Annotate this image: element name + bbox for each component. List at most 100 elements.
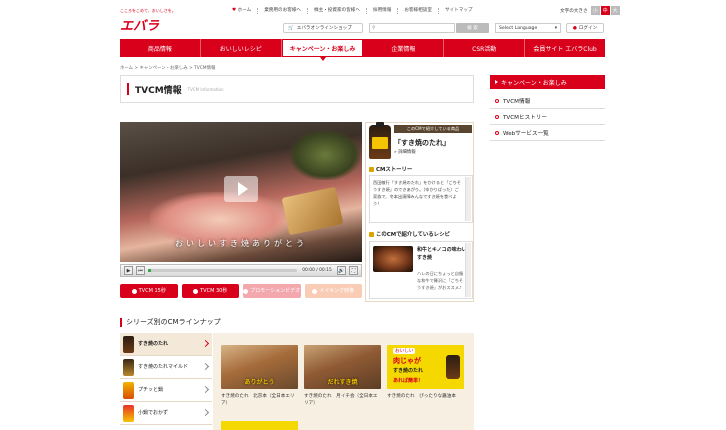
bullet-icon	[495, 130, 499, 135]
sidebar-item-web-services[interactable]: Webサービス一覧	[490, 125, 605, 141]
cm-thumb-1[interactable]: ありがとう	[221, 345, 298, 389]
sidebar-header[interactable]: キャンペーン・お楽しみ	[490, 75, 605, 89]
cart-icon: 🛒	[288, 25, 294, 31]
series-item-puchitto-nabe[interactable]: プチッと鍋	[120, 379, 212, 402]
online-shop-button[interactable]: 🛒 エバラオンラインショップ	[283, 23, 363, 33]
search-input[interactable]: ⚲	[369, 23, 455, 33]
series-item-sukiyaki-mild[interactable]: すき焼のたれマイルド	[120, 356, 212, 379]
breadcrumb[interactable]: ホーム > キャンペーン・お楽しみ > TVCM情報	[120, 65, 215, 71]
seek-progress	[148, 269, 151, 272]
nav-company[interactable]: 企業情報	[363, 39, 445, 57]
play-dot-icon	[243, 288, 249, 294]
recipe-box[interactable]: 和牛とキノコの味わいすき焼 ハレの日にちょっと自慢な和牛で贅沢に「ごちそうすき焼…	[369, 241, 473, 299]
tvcm-30-button[interactable]: TVCM 30秒	[181, 284, 239, 298]
top-link-recruit[interactable]: 採用情報	[365, 8, 397, 14]
nav-recipes[interactable]: おいしいレシピ	[201, 39, 282, 57]
chevron-right-icon	[201, 385, 210, 394]
cm-thumb-1-label[interactable]: すき焼のたれ 北京本（全日本エリア）	[221, 393, 299, 407]
login-button[interactable]: ● ログイン	[566, 23, 604, 33]
ad-line-1: おいしい	[393, 348, 416, 354]
ad-line-3: すき焼のたれ	[393, 368, 424, 374]
font-size-large[interactable]: 大	[610, 6, 620, 15]
sidebar-item-tvcm[interactable]: TVCM情報	[490, 93, 605, 109]
sukiyaki-bottle-icon	[123, 335, 134, 353]
mild-bottle-icon	[123, 358, 134, 376]
top-link-business[interactable]: 業務用のお客様へ	[257, 8, 307, 14]
top-link-investors[interactable]: 株主・投資家の皆様へ	[307, 8, 366, 14]
video-frame-tofu	[281, 186, 344, 236]
cm-thumb-2-caption: だれすき焼	[327, 379, 358, 386]
series-thumbs-area: ありがとう すき焼のたれ 北京本（全日本エリア） だれすき焼 すき焼のたれ 月イ…	[213, 333, 474, 430]
series-list: すき焼のたれ すき焼のたれマイルド プチッと鍋 小鍋でおかず	[120, 333, 212, 425]
recipe-desc: ハレの日にちょっと自慢な和牛で贅沢に「ごちそうすき焼」がおススメ♪	[417, 271, 464, 290]
product-bottle-image[interactable]	[369, 122, 391, 159]
cm-thumb-4-partial[interactable]	[221, 421, 298, 430]
cm-thumb-3[interactable]: おいしい 肉じゃが すき焼のたれ あれば簡単！	[387, 345, 464, 389]
seek-bar[interactable]	[148, 269, 297, 272]
promotion-video-button[interactable]: プロモーションビデオ	[243, 284, 301, 298]
konabe-pack-icon	[123, 404, 134, 422]
recipe-name[interactable]: 和牛とキノコの味わいすき焼	[417, 246, 467, 262]
video-controls: ▶ ⏮ 00:00 / 00:15 🔊 ⛶	[120, 264, 362, 277]
nav-campaign[interactable]: キャンペーン・お楽しみ	[281, 39, 364, 61]
cm-buttons: TVCM 15秒 TVCM 30秒 プロモーションビデオ メイキング映像	[120, 284, 362, 298]
product-detail-link[interactable]: » 詳細情報	[394, 149, 416, 155]
sidebar-item-tvcm-history[interactable]: TVCMヒストリー	[490, 109, 605, 125]
cm-thumb-1-caption: ありがとう	[244, 379, 275, 386]
recipe-scrollbar[interactable]	[465, 243, 471, 297]
series-item-konabe[interactable]: 小鍋でおかず	[120, 402, 212, 425]
video-player[interactable]: おいしいすき焼ありがとう	[120, 122, 362, 262]
series-title-bar	[120, 317, 122, 327]
play-icon[interactable]	[224, 176, 258, 202]
story-text-box[interactable]: 西田敏行「すき焼のたれ」をかけると「ごちそうすき焼」のできあがり。（ゆかりばった…	[369, 175, 473, 223]
chevron-down-icon: ▾	[554, 25, 557, 31]
font-size-small[interactable]: 小	[590, 6, 600, 15]
volume-icon[interactable]: 🔊	[337, 266, 346, 275]
rewind-button[interactable]: ⏮	[136, 266, 145, 275]
logo[interactable]: こころをこめて、おいしさを。 エバラ	[120, 8, 180, 34]
ad-line-4: あれば簡単！	[393, 378, 424, 384]
home-icon: ♥	[232, 8, 237, 13]
font-size-label: 文字の大きさ	[560, 8, 588, 14]
cm-thumb-2[interactable]: だれすき焼	[304, 345, 381, 389]
language-select[interactable]: Select Language ▾	[495, 23, 561, 33]
play-dot-icon	[131, 288, 137, 294]
top-link-sitemap[interactable]: サイトマップ	[437, 8, 479, 14]
bullet-icon	[495, 114, 499, 119]
nav-products[interactable]: 商品情報	[120, 39, 201, 57]
chevron-right-icon	[201, 408, 210, 417]
video-timer: 00:00 / 00:15	[302, 268, 332, 273]
bullet-icon: ●	[572, 25, 577, 31]
story-scrollbar[interactable]	[465, 177, 471, 221]
product-name[interactable]: 「すき焼のたれ」	[394, 138, 450, 148]
cm-thumb-2-label[interactable]: すき焼のたれ 月イチ会（全日本エリア）	[304, 393, 382, 407]
login-label: ログイン	[578, 26, 598, 31]
nav-csr[interactable]: CSR活動	[444, 39, 526, 57]
story-heading: CMストーリー	[369, 165, 412, 173]
language-select-value: Select Language	[499, 25, 538, 31]
recipe-image[interactable]	[373, 246, 413, 272]
fullscreen-icon[interactable]: ⛶	[349, 266, 358, 275]
product-header: このCMで紹介している商品	[394, 125, 472, 133]
online-shop-label: エバラオンラインショップ	[296, 26, 352, 31]
series-item-sukiyaki[interactable]: すき焼のたれ	[120, 333, 212, 356]
top-link-support[interactable]: お客様相談室	[397, 8, 438, 14]
tvcm-15-button[interactable]: TVCM 15秒	[120, 284, 178, 298]
recipe-heading: このCMで紹介しているレシピ	[369, 230, 450, 238]
title-bar	[127, 83, 129, 95]
nav-member-club[interactable]: 会員サイト エバラClub	[525, 39, 605, 57]
global-nav: 商品情報 おいしいレシピ キャンペーン・お楽しみ 企業情報 CSR活動 会員サイ…	[120, 39, 605, 61]
top-link-home[interactable]: ♥ ホーム	[226, 8, 257, 14]
page-subtitle: TVCM Information	[187, 86, 224, 92]
tagline: こころをこめて、おいしさを。	[120, 8, 176, 13]
chevron-right-icon	[201, 339, 210, 348]
font-size-medium[interactable]: 中	[600, 6, 610, 15]
ad-line-2: 肉じゃが	[393, 357, 421, 365]
font-size-control: 文字の大きさ 小 中 大	[560, 6, 620, 15]
making-video-button[interactable]: メイキング映像	[304, 284, 362, 298]
cm-info-panel: このCMで紹介している商品 「すき焼のたれ」 » 詳細情報 CMストーリー 西田…	[365, 122, 474, 302]
search-button[interactable]: 検 索	[456, 23, 489, 33]
play-button[interactable]: ▶	[124, 266, 133, 275]
cm-thumb-3-label[interactable]: すき焼のたれ ぴったりな醤油本	[387, 393, 465, 400]
series-title: シリーズ別のCMラインナップ	[126, 318, 221, 326]
